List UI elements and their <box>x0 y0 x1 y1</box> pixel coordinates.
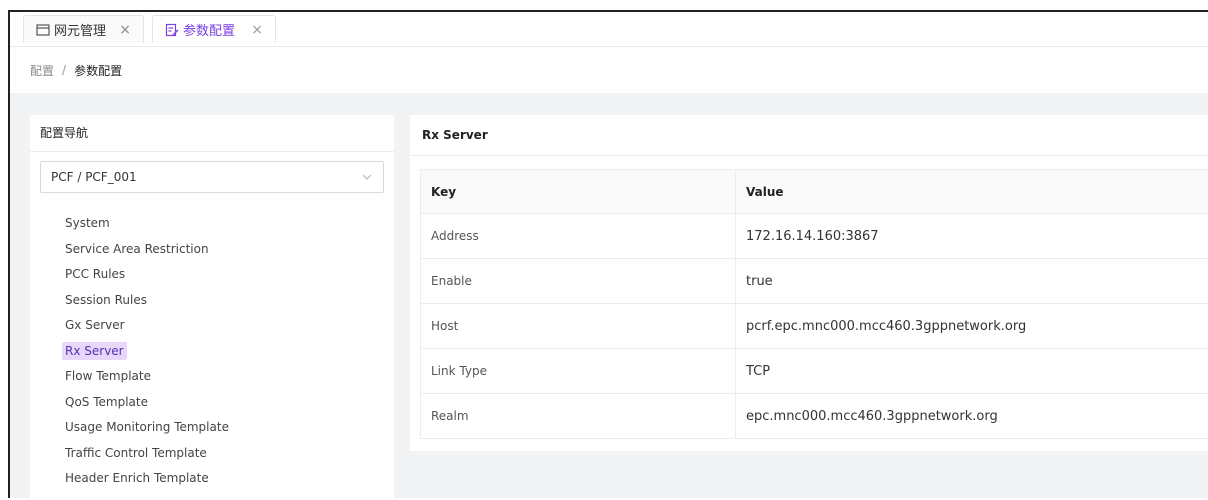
column-header-value: Value <box>736 170 1208 214</box>
config-navigation-panel: 配置导航 PCF / PCF_001 System Service Area R… <box>30 115 394 500</box>
select-value: PCF / PCF_001 <box>51 170 137 184</box>
nav-item-qos-template[interactable]: QoS Template <box>62 390 232 416</box>
tab-parameter-config[interactable]: 参数配置 × <box>152 15 276 43</box>
chevron-down-icon <box>361 171 373 183</box>
nav-item-service-area-restriction[interactable]: Service Area Restriction <box>62 237 232 263</box>
row-key: Host <box>421 304 736 349</box>
row-key: Enable <box>421 259 736 304</box>
panel-title: 配置导航 <box>30 115 394 152</box>
table-row: Host pcrf.epc.mnc000.mcc460.3gppnetwork.… <box>421 304 1208 349</box>
table-row: Realm epc.mnc000.mcc460.3gppnetwork.org <box>421 394 1208 439</box>
close-icon[interactable]: × <box>251 22 263 38</box>
nav-item-gx-server[interactable]: Gx Server <box>62 313 232 339</box>
row-value: 172.16.14.160:3867 <box>736 214 1208 259</box>
row-value: pcrf.epc.mnc000.mcc460.3gppnetwork.org <box>736 304 1208 349</box>
row-key: Realm <box>421 394 736 439</box>
breadcrumb-separator: / <box>62 63 66 77</box>
table-header-row: Key Value <box>421 170 1208 214</box>
breadcrumb-root[interactable]: 配置 <box>30 62 54 79</box>
tab-network-element-management[interactable]: 网元管理 × <box>23 15 144 43</box>
row-value: TCP <box>736 349 1208 394</box>
table-row: Link Type TCP <box>421 349 1208 394</box>
table-row: Address 172.16.14.160:3867 <box>421 214 1208 259</box>
nav-item-usage-monitoring-template[interactable]: Usage Monitoring Template <box>62 415 232 441</box>
tab-label: 网元管理 <box>54 20 106 39</box>
nav-item-session-rules[interactable]: Session Rules <box>62 288 232 314</box>
close-icon[interactable]: × <box>119 22 131 38</box>
detail-title: Rx Server <box>410 115 1208 156</box>
detail-panel: Rx Server Key Value Address 172.16.14.16… <box>410 115 1208 451</box>
nav-item-traffic-control-template[interactable]: Traffic Control Template <box>62 441 232 467</box>
nav-item-pcc-rules[interactable]: PCC Rules <box>62 262 232 288</box>
row-value: true <box>736 259 1208 304</box>
window-icon <box>36 23 50 37</box>
app-frame: 网元管理 × 参数配置 × 配置 / 参数配置 配置导航 PCF / PCF_0… <box>8 10 1208 498</box>
nav-item-flow-template[interactable]: Flow Template <box>62 364 232 390</box>
nav-item-system[interactable]: System <box>62 211 232 237</box>
breadcrumb-current: 参数配置 <box>74 62 122 79</box>
nav-item-rx-server[interactable]: Rx Server <box>62 339 232 365</box>
nav-item-header-enrich-template[interactable]: Header Enrich Template <box>62 466 232 492</box>
row-key: Address <box>421 214 736 259</box>
key-value-table: Key Value Address 172.16.14.160:3867 Ena… <box>420 169 1208 439</box>
network-element-select[interactable]: PCF / PCF_001 <box>40 161 384 193</box>
tab-label: 参数配置 <box>183 20 235 39</box>
row-value: epc.mnc000.mcc460.3gppnetwork.org <box>736 394 1208 439</box>
tab-bar: 网元管理 × 参数配置 × <box>10 12 1208 47</box>
row-key: Link Type <box>421 349 736 394</box>
nav-list: System Service Area Restriction PCC Rule… <box>62 211 232 492</box>
breadcrumb: 配置 / 参数配置 <box>10 47 1208 93</box>
edit-document-icon <box>165 23 179 37</box>
column-header-key: Key <box>421 170 736 214</box>
table-row: Enable true <box>421 259 1208 304</box>
